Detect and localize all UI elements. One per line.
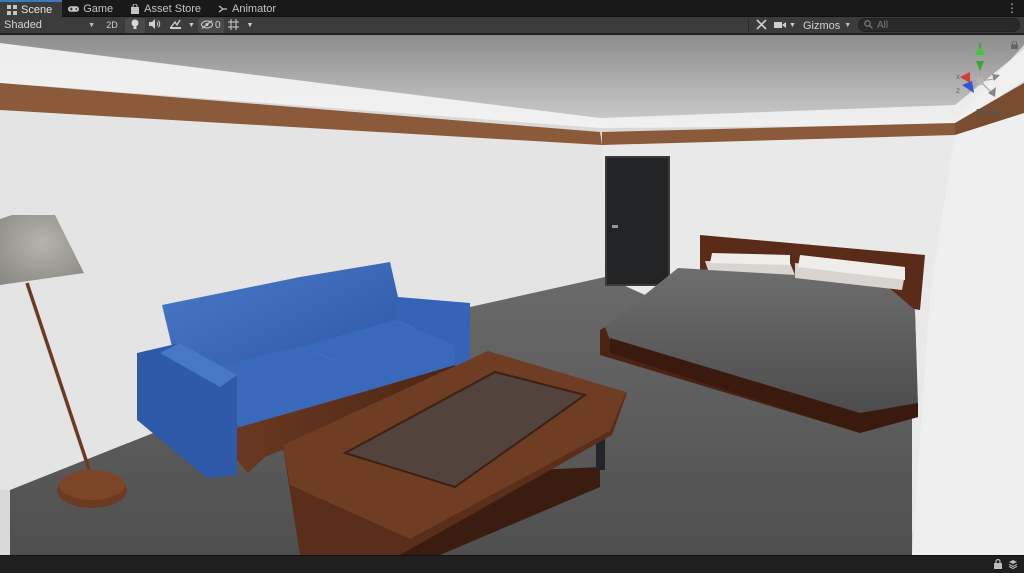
- effects-icon: [169, 19, 181, 31]
- axis-x-label: x: [956, 72, 960, 81]
- editor-tab-bar: Scene Game Asset Store Animator ⋮: [0, 0, 1024, 17]
- tab-label: Game: [83, 2, 114, 15]
- gizmos-label: Gizmos: [802, 19, 841, 32]
- scene-lighting-toggle[interactable]: [125, 17, 145, 33]
- grid-dropdown[interactable]: ▼: [244, 18, 257, 33]
- toggle-2d-button[interactable]: 2D: [99, 18, 125, 33]
- chevron-down-icon: ▼: [188, 21, 195, 29]
- door: [606, 157, 669, 285]
- search-icon: [864, 19, 873, 31]
- bag-icon: [129, 3, 140, 14]
- scene-render: [0, 35, 1024, 555]
- axis-x-cone: [960, 72, 970, 83]
- grid-icon: [6, 4, 17, 15]
- tab-animator[interactable]: Animator: [211, 0, 286, 17]
- tools-button[interactable]: [751, 18, 771, 33]
- pillow-left-top: [710, 253, 790, 265]
- search-input[interactable]: [877, 19, 1007, 31]
- camera-settings-button[interactable]: ▼: [771, 18, 799, 33]
- axis-z-label: z: [956, 86, 960, 95]
- tab-label: Asset Store: [144, 2, 202, 15]
- eye-slash-icon: [200, 19, 213, 31]
- lock-icon[interactable]: [1011, 41, 1018, 49]
- projection-label[interactable]: Persp: [976, 108, 1002, 119]
- tab-game[interactable]: Game: [62, 0, 123, 17]
- grid-toggle[interactable]: [224, 18, 244, 33]
- chevron-down-icon: ▼: [246, 21, 254, 29]
- lock-icon[interactable]: [994, 558, 1002, 572]
- scene-audio-toggle[interactable]: [145, 18, 165, 33]
- chevron-down-icon: ▼: [88, 21, 95, 29]
- gamepad-icon: [68, 3, 80, 14]
- wrench-icon: [755, 19, 767, 32]
- camera-icon: [774, 21, 786, 31]
- speaker-icon: [149, 19, 161, 31]
- animator-icon: [217, 3, 228, 14]
- gizmos-dropdown[interactable]: Gizmos ▼: [799, 18, 855, 33]
- hidden-count: 0: [214, 19, 221, 31]
- chevron-down-icon: ▼: [789, 22, 796, 29]
- layers-icon[interactable]: [1008, 559, 1018, 572]
- draw-mode-label: Shaded: [4, 19, 42, 31]
- grid-snap-icon: [228, 18, 239, 32]
- scene-visibility-toggle[interactable]: 0: [197, 17, 224, 33]
- toggle-2d-label: 2D: [106, 20, 118, 30]
- hierarchy-search-field[interactable]: [858, 18, 1020, 32]
- tab-label: Animator: [232, 2, 277, 15]
- tab-asset-store[interactable]: Asset Store: [123, 0, 211, 17]
- scene-toolbar: Shaded ▼ 2D ▼ 0 ▼ ▼ Gizmos ▼ All: [0, 17, 1024, 34]
- draw-mode-dropdown[interactable]: Shaded ▼: [0, 18, 99, 33]
- status-bar: [0, 555, 1024, 573]
- chevron-down-icon: ▼: [844, 22, 852, 29]
- tab-scene[interactable]: Scene: [0, 0, 63, 17]
- axis-y-label: y: [978, 41, 982, 49]
- effects-toggle[interactable]: [165, 18, 185, 33]
- lightbulb-icon: [131, 19, 139, 32]
- scene-viewport[interactable]: y x z Persp: [0, 35, 1024, 555]
- effects-dropdown[interactable]: ▼: [185, 18, 198, 33]
- toolbar-separator: [748, 19, 749, 32]
- tab-label: Scene: [21, 3, 53, 16]
- axis-z-cone: [962, 81, 974, 93]
- more-options-icon[interactable]: ⋮: [1006, 2, 1018, 14]
